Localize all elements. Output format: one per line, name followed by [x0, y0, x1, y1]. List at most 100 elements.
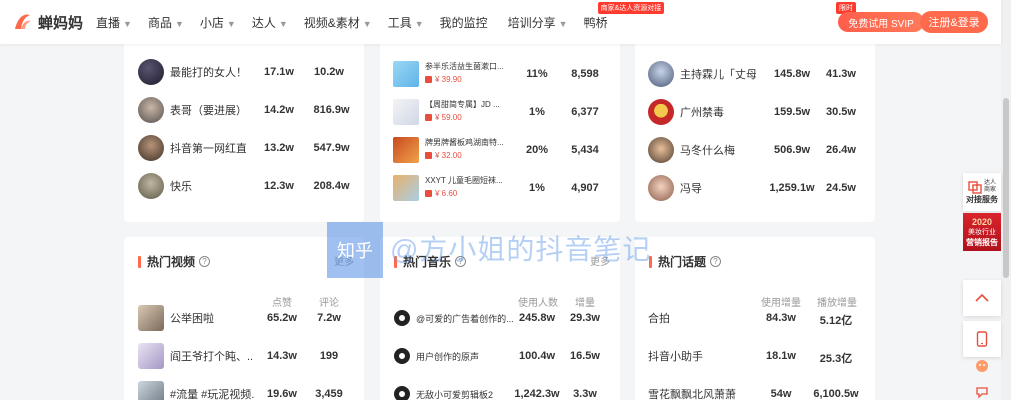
brand-logo-icon — [12, 11, 34, 33]
topic-usage: 54w — [770, 388, 792, 400]
music-growth: 16.5w — [570, 350, 600, 362]
nav-tools[interactable]: 工具 ▼ — [388, 14, 424, 31]
price-value: ¥ 39.90 — [435, 75, 462, 84]
nav-products[interactable]: 商品 ▼ — [148, 14, 184, 31]
nav-menu: 直播 ▼ 商品 ▼ 小店 ▼ 达人 ▼ 视频&素材 ▼ 工具 ▼ 我的监控 培训分享 ▼ 鸭桥… — [96, 1, 665, 31]
card-header: 热门话题 ? — [649, 253, 722, 270]
stream-value: 208.4w — [313, 180, 350, 192]
nav-label: 直播 — [96, 15, 121, 30]
watermark-text: @方小姐的抖音笔记 — [390, 234, 652, 265]
nav-videos[interactable]: 视频&素材 ▼ — [304, 14, 372, 31]
product-thumbnail — [393, 175, 419, 201]
nav-label: 工具 — [387, 15, 412, 30]
info-icon[interactable]: ? — [199, 256, 211, 267]
influencer-value: 30.5w — [826, 106, 856, 118]
product-sales: 8,598 — [571, 68, 599, 80]
hot-topics-card: 热门话题 ? 使用增量 播放增量 合拍 84.3w 5.12亿 抖音小助手 18… — [635, 237, 875, 400]
promo-line: 营销报告 — [966, 237, 998, 247]
chevron-down-icon: ▼ — [414, 18, 424, 29]
list-item[interactable]: 参半乐活益生菌漱口... ¥ 39.90 — [393, 61, 505, 91]
avatar — [648, 61, 674, 87]
avatar — [138, 97, 164, 123]
info-icon[interactable]: ? — [710, 256, 722, 267]
nav-monitor[interactable]: 我的监控 — [440, 14, 488, 31]
talent-service-label: 对接服务 — [966, 194, 998, 204]
influencer-value: 24.5w — [826, 182, 856, 194]
avatar — [648, 99, 674, 125]
chevron-down-icon: ▼ — [278, 18, 288, 29]
influencer-name: 冯导 — [680, 183, 702, 195]
stream-name: 快乐 — [170, 181, 192, 193]
stream-name: 最能打的女人！... — [170, 67, 246, 79]
video-thumbnail — [138, 381, 164, 400]
list-item[interactable]: 【周甜简专属】JD ... ¥ 59.00 — [393, 99, 505, 129]
mobile-app-button[interactable] — [963, 321, 1001, 357]
avatar — [138, 173, 164, 199]
card-header: 热门视频 ? — [138, 253, 211, 270]
nav-live[interactable]: 直播 ▼ — [96, 14, 132, 31]
stream-value: 10.2w — [314, 66, 344, 78]
chevron-down-icon: ▼ — [558, 18, 568, 29]
scrollbar-thumb[interactable] — [1003, 98, 1009, 278]
music-disc-icon — [394, 386, 410, 400]
avatar — [138, 59, 164, 85]
product-title: 【周甜简专属】JD ... — [425, 100, 500, 109]
nav-training[interactable]: 培训分享 ▼ — [508, 14, 568, 31]
product-percent: 20% — [525, 144, 549, 156]
price-value: ¥ 6.60 — [435, 189, 458, 198]
help-button[interactable] — [963, 384, 1001, 400]
list-item[interactable]: XXYT 儿童毛圈短袜... ¥ 6.60 — [393, 175, 505, 205]
product-percent: 11% — [526, 68, 548, 80]
product-price: ¥ 6.60 — [425, 189, 505, 198]
product-price: ¥ 39.90 — [425, 75, 505, 84]
influencer-value: 26.4w — [826, 144, 856, 156]
promo-year: 2020 — [971, 216, 993, 227]
topic-usage: 18.1w — [766, 350, 796, 362]
influencer-ranking-card: 主持霖儿「丈母... 145.8w 41.3w 广州禁毒 159.5w 30.5… — [635, 30, 875, 222]
price-tag-icon — [425, 76, 432, 83]
talent-service-top: 达人 商家 — [968, 180, 996, 194]
chevron-up-icon — [975, 293, 989, 302]
product-percent: 1% — [529, 106, 545, 118]
back-to-top-button[interactable] — [963, 280, 1001, 316]
nav-influencers[interactable]: 达人 ▼ — [252, 14, 288, 31]
price-value: ¥ 59.00 — [435, 113, 462, 122]
product-percent: 1% — [529, 182, 545, 194]
list-item[interactable]: 牌男牌酱板鸡湖南特... ¥ 32.00 — [393, 137, 505, 167]
report-promo-banner[interactable]: 2020 美妆行业 营销报告 — [963, 213, 1001, 251]
avatar — [648, 175, 674, 201]
nav-label: 小店 — [199, 15, 224, 30]
influencer-name: 主持霖儿「丈母... — [680, 69, 756, 81]
free-trial-button[interactable]: 免费试用 SVIP — [838, 12, 924, 32]
influencer-value: 145.8w — [773, 68, 811, 80]
stream-value: 13.2w — [264, 142, 294, 154]
card-title: 热门话题 — [658, 255, 707, 269]
music-title: 无敌小可爱剪辑板2 — [416, 389, 494, 400]
nav-label: 达人 — [251, 15, 276, 30]
chevron-down-icon: ▼ — [123, 18, 132, 29]
music-title: @可爱的广告着创作的... — [416, 313, 514, 324]
avatar — [648, 137, 674, 163]
wechat-button[interactable] — [963, 356, 1001, 376]
music-growth: 29.3w — [570, 312, 600, 324]
topic-plays: 6,100.5w — [813, 388, 859, 400]
price-tag-icon — [425, 190, 432, 197]
nav-shops[interactable]: 小店 ▼ — [200, 14, 236, 31]
influencer-value: 159.5w — [773, 106, 811, 118]
talent-small-label: 达人 商家 — [983, 179, 996, 193]
zhihu-watermark-logo: 知乎 — [327, 222, 383, 278]
live-ranking-card: 最能打的女人！... 17.1w 10.2w 表哥（要进展）正... 14.2w… — [124, 30, 364, 222]
talent-service-button[interactable]: 达人 商家 对接服务 — [963, 173, 1001, 211]
music-users: 1,242.3w — [514, 388, 560, 400]
product-price: ¥ 59.00 — [425, 113, 505, 122]
nav-label: 视频&素材 — [303, 15, 360, 30]
influencer-value: 41.3w — [826, 68, 856, 80]
product-thumbnail — [393, 137, 419, 163]
brand-logo[interactable]: 蝉妈妈 — [12, 11, 94, 33]
nav-bridge[interactable]: 鸭桥 商家&达人资源对接 — [584, 1, 665, 31]
stream-name: 表哥（要进展）正... — [170, 105, 246, 117]
video-likes: 19.6w — [267, 388, 297, 400]
register-login-button[interactable]: 注册&登录 — [920, 11, 988, 33]
stream-value: 12.3w — [264, 180, 294, 192]
video-thumbnail — [138, 343, 164, 369]
